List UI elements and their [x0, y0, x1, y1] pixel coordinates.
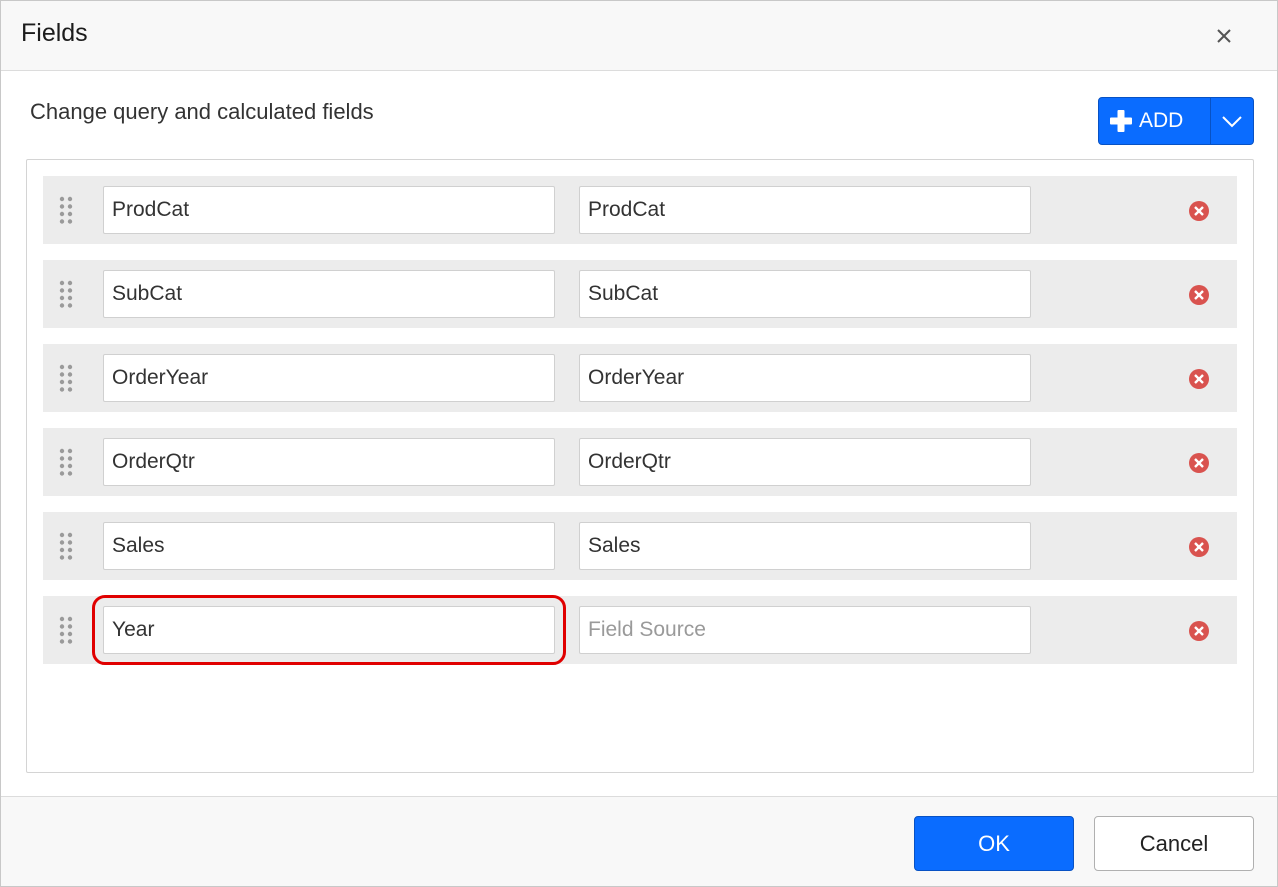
remove-field-button[interactable] — [1188, 284, 1210, 306]
field-row — [43, 512, 1237, 580]
fields-dialog: Fields Change query and calculated field… — [0, 0, 1278, 887]
field-source-input[interactable] — [579, 186, 1031, 234]
cancel-button[interactable]: Cancel — [1094, 816, 1254, 871]
add-split-button: ADD — [1098, 97, 1254, 145]
drag-handle-icon — [59, 280, 73, 308]
drag-handle-icon — [59, 616, 73, 644]
field-row — [43, 428, 1237, 496]
field-name-input[interactable] — [103, 438, 555, 486]
remove-field-button[interactable] — [1188, 452, 1210, 474]
remove-circle-icon — [1189, 537, 1209, 557]
drag-handle-icon — [59, 364, 73, 392]
field-name-input[interactable] — [103, 186, 555, 234]
drag-handle-icon — [59, 532, 73, 560]
remove-field-button[interactable] — [1188, 368, 1210, 390]
field-name-input[interactable] — [103, 522, 555, 570]
drag-handle[interactable] — [57, 280, 75, 308]
ok-button[interactable]: OK — [914, 816, 1074, 871]
dialog-footer: OK Cancel — [1, 796, 1277, 886]
field-name-input[interactable] — [92, 595, 566, 665]
field-row — [43, 176, 1237, 244]
drag-handle[interactable] — [57, 532, 75, 560]
dialog-subtitle: Change query and calculated fields — [30, 99, 374, 124]
field-row — [43, 344, 1237, 412]
drag-handle[interactable] — [57, 448, 75, 476]
remove-field-button[interactable] — [1188, 536, 1210, 558]
remove-circle-icon — [1189, 201, 1209, 221]
dialog-title: Fields — [21, 19, 88, 47]
field-source-input[interactable] — [579, 522, 1031, 570]
remove-circle-icon — [1189, 621, 1209, 641]
remove-circle-icon — [1189, 285, 1209, 305]
field-source-input[interactable] — [579, 354, 1031, 402]
remove-circle-icon — [1189, 369, 1209, 389]
plus-icon — [1110, 110, 1132, 132]
remove-field-button[interactable] — [1188, 620, 1210, 642]
drag-handle[interactable] — [57, 196, 75, 224]
field-row — [43, 260, 1237, 328]
dialog-header: Fields — [1, 1, 1277, 71]
add-dropdown-button[interactable] — [1211, 98, 1253, 144]
drag-handle[interactable] — [57, 364, 75, 392]
field-name-input[interactable] — [103, 270, 555, 318]
drag-handle-icon — [59, 196, 73, 224]
fields-list — [26, 159, 1254, 773]
field-source-input[interactable] — [579, 606, 1031, 654]
field-name-input[interactable] — [103, 354, 555, 402]
drag-handle-icon — [59, 448, 73, 476]
add-button-label: ADD — [1139, 109, 1184, 132]
field-row — [43, 595, 1237, 665]
add-button[interactable]: ADD — [1099, 98, 1210, 144]
drag-handle[interactable] — [57, 616, 75, 644]
remove-field-button[interactable] — [1188, 200, 1210, 222]
field-source-input[interactable] — [579, 438, 1031, 486]
chevron-down-icon — [1222, 116, 1242, 128]
field-source-input[interactable] — [579, 270, 1031, 318]
close-button[interactable] — [1207, 19, 1241, 53]
remove-circle-icon — [1189, 453, 1209, 473]
close-icon — [1217, 29, 1231, 43]
